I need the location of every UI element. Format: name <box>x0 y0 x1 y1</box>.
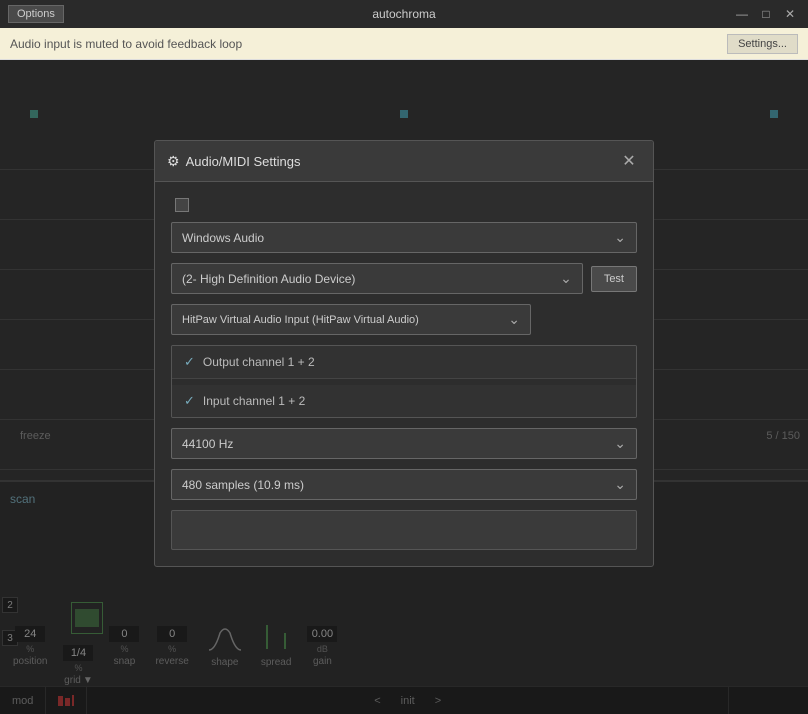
input-channel-option[interactable]: ✓ Input channel 1 + 2 <box>172 385 636 417</box>
modal-close-button[interactable]: ✕ <box>617 149 641 173</box>
input-device-value: HitPaw Virtual Audio Input (HitPaw Virtu… <box>182 314 419 326</box>
modal-header: ⚙ Audio/MIDI Settings ✕ <box>155 141 653 182</box>
midi-input-box[interactable] <box>171 510 637 550</box>
input-device-dropdown[interactable]: HitPaw Virtual Audio Input (HitPaw Virtu… <box>171 304 531 335</box>
sample-rate-dropdown[interactable]: 44100 Hz ⌄ <box>171 428 637 459</box>
sample-rate-row: 44100 Hz ⌄ <box>171 428 637 459</box>
output-check-mark: ✓ <box>184 354 195 370</box>
enable-checkbox[interactable] <box>175 198 189 212</box>
audio-driver-dropdown[interactable]: Windows Audio ⌄ <box>171 222 637 253</box>
settings-button[interactable]: Settings... <box>727 34 798 54</box>
output-device-value: (2- High Definition Audio Device) <box>182 272 355 286</box>
minimize-button[interactable]: — <box>732 4 752 24</box>
input-check-mark: ✓ <box>184 393 195 409</box>
modal-title-text: Audio/MIDI Settings <box>186 154 301 169</box>
output-channel-label: Output channel 1 + 2 <box>203 355 315 369</box>
main-area: freeze 5 / 150 scan 1 Test mode 2 3 24 %… <box>0 60 808 714</box>
buffer-row: 480 samples (10.9 ms) ⌄ <box>171 469 637 500</box>
buffer-value: 480 samples (10.9 ms) <box>182 478 304 492</box>
audio-driver-arrow: ⌄ <box>614 229 626 246</box>
audio-driver-row: Windows Audio ⌄ <box>171 222 637 253</box>
input-device-row: HitPaw Virtual Audio Input (HitPaw Virtu… <box>171 304 637 335</box>
sample-rate-arrow: ⌄ <box>614 435 626 452</box>
input-device-arrow: ⌄ <box>508 311 520 328</box>
channel-options: ✓ Output channel 1 + 2 ✓ Input channel 1… <box>171 345 637 418</box>
output-device-dropdown[interactable]: (2- High Definition Audio Device) ⌄ <box>171 263 583 294</box>
options-button[interactable]: Options <box>8 5 64 23</box>
output-channel-option[interactable]: ✓ Output channel 1 + 2 <box>172 346 636 379</box>
checkbox-row <box>171 198 637 212</box>
midi-section <box>171 510 637 550</box>
close-button[interactable]: ✕ <box>780 4 800 24</box>
audio-driver-value: Windows Audio <box>182 231 264 245</box>
app-title: autochroma <box>372 7 435 21</box>
input-channel-label: Input channel 1 + 2 <box>203 394 305 408</box>
notification-message: Audio input is muted to avoid feedback l… <box>10 37 242 51</box>
notification-bar: Audio input is muted to avoid feedback l… <box>0 28 808 60</box>
sample-rate-value: 44100 Hz <box>182 437 233 451</box>
buffer-arrow: ⌄ <box>614 476 626 493</box>
maximize-button[interactable]: □ <box>756 4 776 24</box>
buffer-dropdown[interactable]: 480 samples (10.9 ms) ⌄ <box>171 469 637 500</box>
audio-midi-settings-modal: ⚙ Audio/MIDI Settings ✕ Windows Audio ⌄ <box>154 140 654 567</box>
modal-body: Windows Audio ⌄ (2- High Definition Audi… <box>155 182 653 566</box>
output-device-arrow: ⌄ <box>560 270 572 287</box>
modal-title: ⚙ Audio/MIDI Settings <box>167 153 300 170</box>
title-bar: Options autochroma — □ ✕ <box>0 0 808 28</box>
gear-icon: ⚙ <box>167 153 180 170</box>
modal-overlay: ⚙ Audio/MIDI Settings ✕ Windows Audio ⌄ <box>0 60 808 714</box>
test-button[interactable]: Test <box>591 266 637 292</box>
output-device-row: (2- High Definition Audio Device) ⌄ Test <box>171 263 637 294</box>
